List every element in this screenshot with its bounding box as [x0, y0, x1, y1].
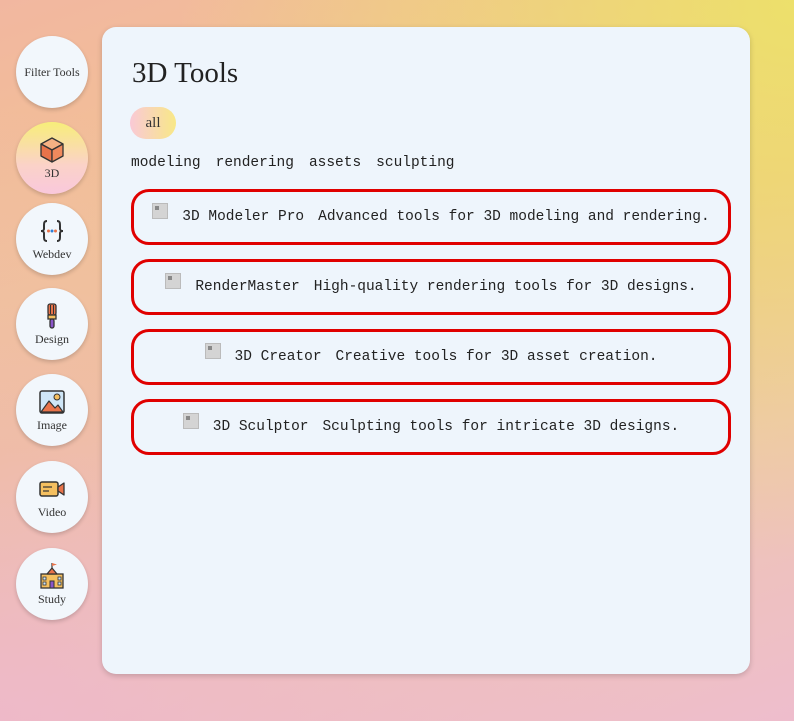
sidebar-item-label: 3D — [44, 166, 60, 180]
paintbrush-icon — [47, 303, 57, 329]
tool-card-3d-creator[interactable]: 3D Creator Creative tools for 3D asset c… — [131, 329, 731, 385]
filter-all-button[interactable]: all — [130, 107, 176, 139]
tag-modeling[interactable]: modeling — [131, 155, 201, 171]
tool-description: Advanced tools for 3D modeling and rende… — [318, 209, 710, 225]
tool-card-3d-modeler-pro[interactable]: 3D Modeler Pro Advanced tools for 3D mod… — [131, 189, 731, 245]
tool-card-rendermaster[interactable]: RenderMaster High-quality rendering tool… — [131, 259, 731, 315]
sidebar-item-label: Study — [37, 592, 66, 606]
tag-rendering[interactable]: rendering — [216, 155, 294, 171]
school-building-icon — [40, 563, 64, 589]
sidebar-item-label: Design — [35, 332, 69, 346]
code-braces-icon — [40, 220, 64, 242]
tool-description: Creative tools for 3D asset creation. — [335, 349, 658, 365]
tool-name: RenderMaster — [195, 279, 300, 295]
page-title: 3D Tools — [132, 57, 239, 89]
tag-assets[interactable]: assets — [309, 155, 361, 171]
tool-description: Sculpting tools for intricate 3D designs… — [322, 419, 680, 435]
tool-name: 3D Creator — [234, 349, 322, 365]
sidebar-item-label: Image — [37, 418, 67, 432]
tool-card-3d-sculptor[interactable]: 3D Sculptor Sculpting tools for intricat… — [131, 399, 731, 455]
broken-image-icon — [204, 343, 221, 359]
tag-list: modeling rendering assets sculpting — [131, 155, 455, 171]
video-camera-icon — [39, 481, 65, 497]
broken-image-icon — [182, 413, 199, 429]
sidebar-item-label: Filter Tools — [24, 65, 80, 79]
sidebar-item-image[interactable]: Image — [16, 374, 88, 446]
cube-icon — [40, 137, 64, 163]
image-icon — [39, 390, 65, 414]
sidebar-item-design[interactable]: Design — [16, 288, 88, 360]
tool-name: 3D Sculptor — [212, 419, 309, 435]
broken-image-icon — [165, 273, 182, 289]
broken-image-icon — [152, 203, 169, 219]
sidebar-item-webdev[interactable]: Webdev — [16, 203, 88, 275]
sidebar-item-filter-tools[interactable]: Filter Tools — [16, 36, 88, 108]
tools-panel: 3D Tools all modeling rendering assets s… — [102, 27, 750, 674]
sidebar-item-video[interactable]: Video — [16, 461, 88, 533]
sidebar-item-3d[interactable]: 3D — [16, 122, 88, 194]
tool-description: High-quality rendering tools for 3D desi… — [313, 279, 697, 295]
sidebar-item-label: Video — [37, 505, 67, 519]
sidebar-item-study[interactable]: Study — [16, 548, 88, 620]
sidebar-item-label: Webdev — [32, 247, 72, 261]
tag-sculpting[interactable]: sculpting — [376, 155, 454, 171]
tool-name: 3D Modeler Pro — [182, 209, 305, 225]
